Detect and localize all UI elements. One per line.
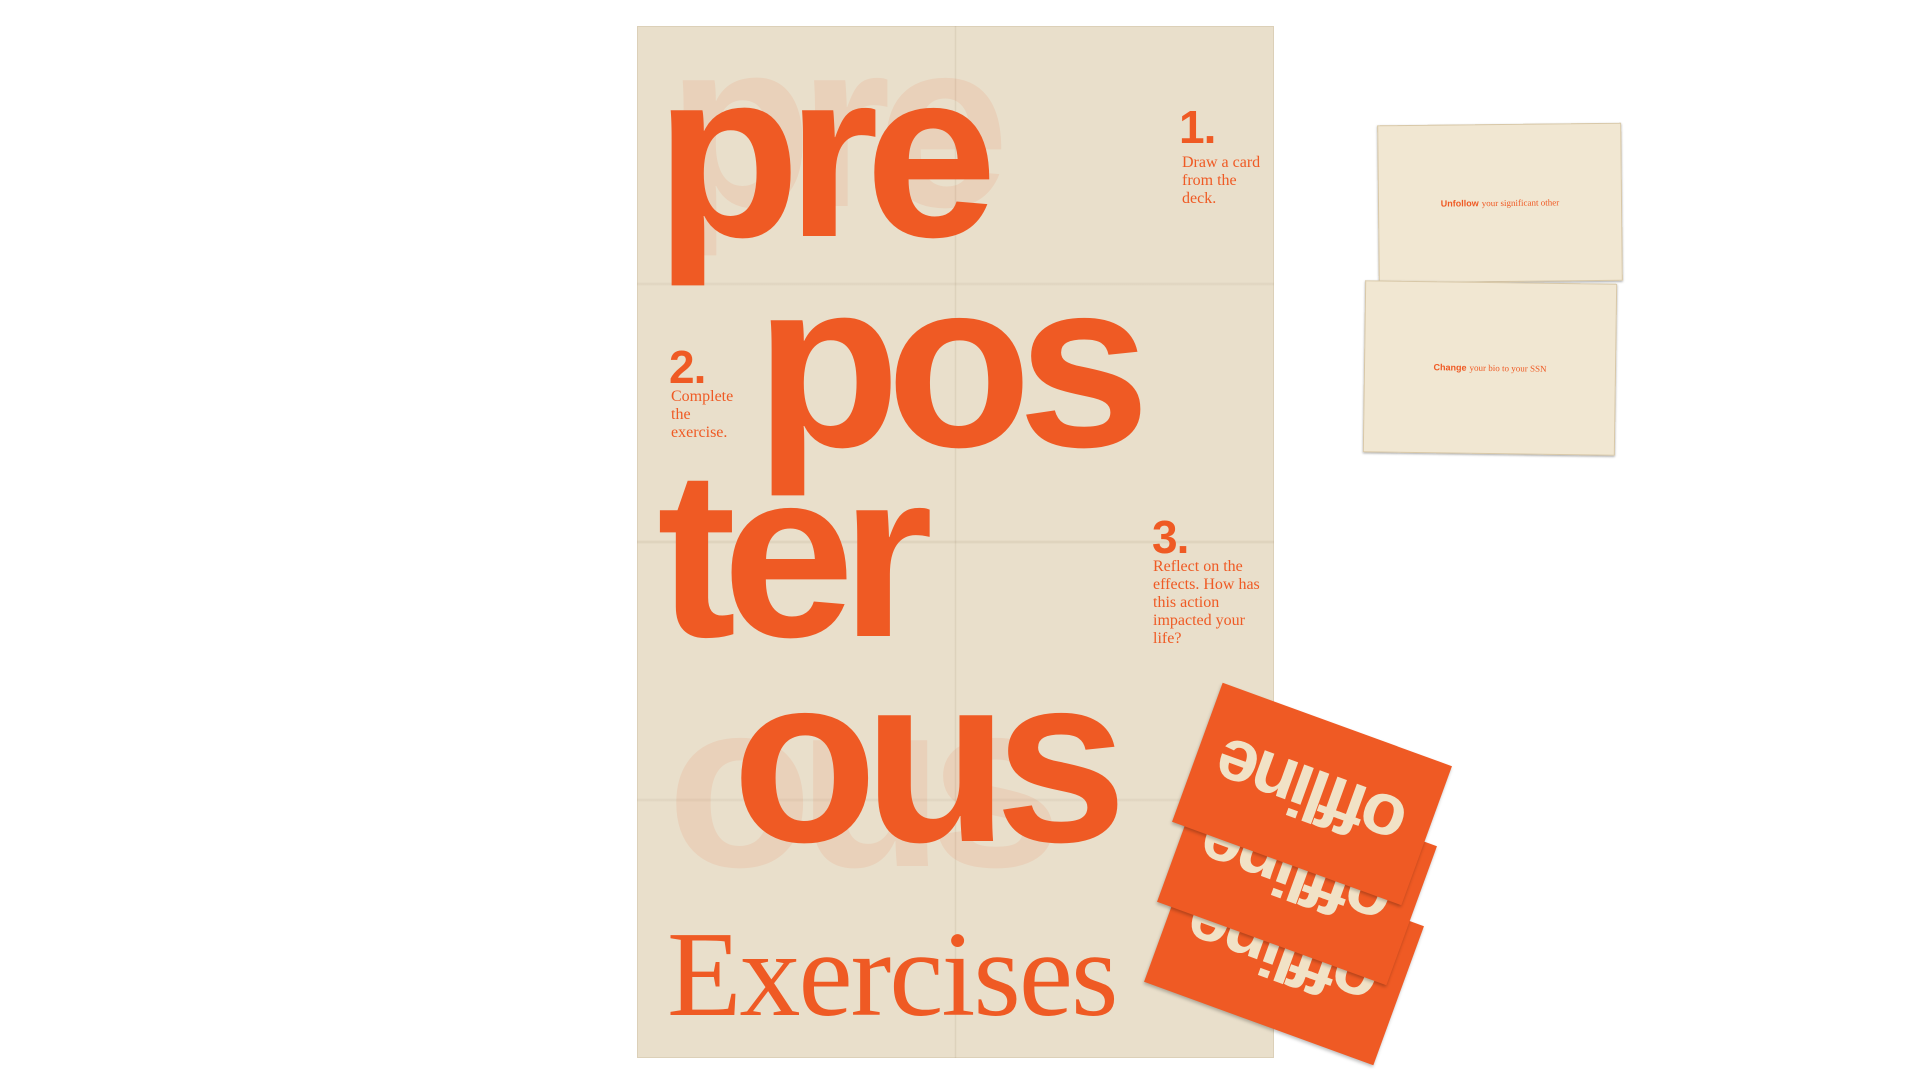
step-2-text: Complete the exercise.: [671, 388, 734, 441]
step-1-number: 1.: [1179, 101, 1216, 153]
cream-card: Change your bio to your SSN: [1362, 280, 1618, 456]
card-verb: Unfollow: [1440, 198, 1479, 209]
step-1-text: Draw a card from the deck.: [1182, 154, 1261, 207]
card-word: offline: [1206, 721, 1418, 867]
card-verb: Change: [1433, 362, 1467, 373]
poster-line-4: ous: [732, 627, 1127, 892]
poster-subtitle: Exercises: [667, 907, 1118, 1042]
card-text: your significant other: [1481, 197, 1560, 209]
card-text: your bio to your SSN: [1469, 362, 1547, 374]
step-3-number: 3.: [1152, 511, 1189, 563]
step-3-text: Reflect on the effects. How has this act…: [1153, 558, 1260, 647]
cream-card: Unfollow your significant other: [1377, 122, 1623, 284]
step-2-number: 2.: [669, 341, 706, 393]
